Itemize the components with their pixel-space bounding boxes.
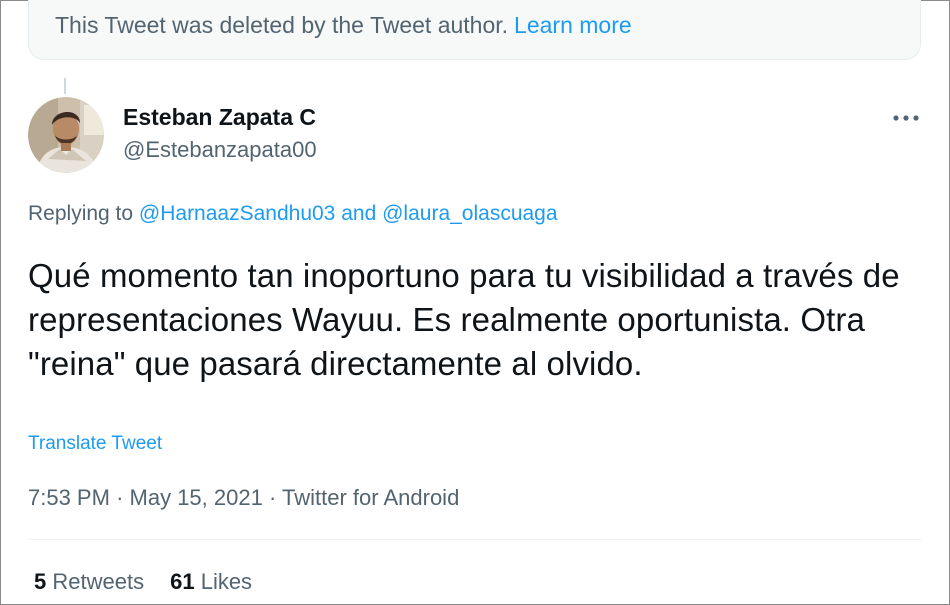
- tweet-metadata: 7:53 PM · May 15, 2021 · Twitter for And…: [28, 485, 459, 511]
- tweet-source[interactable]: Twitter for Android: [282, 485, 459, 510]
- likes-stat[interactable]: 61 Likes: [170, 569, 252, 594]
- avatar-image: [28, 97, 104, 173]
- deleted-notice-text: This Tweet was deleted by the Tweet auth…: [55, 12, 509, 38]
- meta-separator: ·: [116, 485, 124, 510]
- replying-prefix: Replying to: [28, 202, 134, 225]
- retweets-label: Retweets: [52, 569, 145, 594]
- avatar[interactable]: [28, 97, 104, 173]
- more-horizontal-icon: [893, 115, 919, 121]
- tweet-date[interactable]: May 15, 2021: [130, 485, 263, 510]
- reply-user-link-2[interactable]: @laura_olascuaga: [382, 202, 557, 225]
- deleted-tweet-notice: This Tweet was deleted by the Tweet auth…: [28, 0, 921, 60]
- meta-separator: ·: [268, 485, 277, 510]
- retweets-count: 5: [34, 569, 47, 594]
- tweet-text: Qué momento tan inoportuno para tu visib…: [28, 257, 900, 382]
- author-name[interactable]: Esteban Zapata C: [123, 104, 316, 131]
- reply-user-link-1[interactable]: @HarnaazSandhu03: [139, 202, 335, 225]
- likes-label: Likes: [200, 569, 253, 594]
- thread-connector-line: [64, 78, 66, 94]
- replying-to-line: Replying to @HarnaazSandhu03 and @laura_…: [28, 202, 558, 226]
- more-options-button[interactable]: [888, 104, 924, 132]
- likes-count: 61: [170, 569, 195, 594]
- retweets-stat[interactable]: 5 Retweets: [34, 569, 144, 594]
- divider: [28, 539, 921, 540]
- learn-more-link[interactable]: Learn more: [514, 12, 632, 38]
- tweet-time[interactable]: 7:53 PM: [28, 485, 110, 510]
- tweet-stats: 5 Retweets 61 Likes: [34, 569, 252, 595]
- author-handle[interactable]: @Estebanzapata00: [123, 137, 317, 163]
- reply-conjunction: and: [341, 202, 377, 225]
- translate-tweet-link[interactable]: Translate Tweet: [28, 433, 162, 455]
